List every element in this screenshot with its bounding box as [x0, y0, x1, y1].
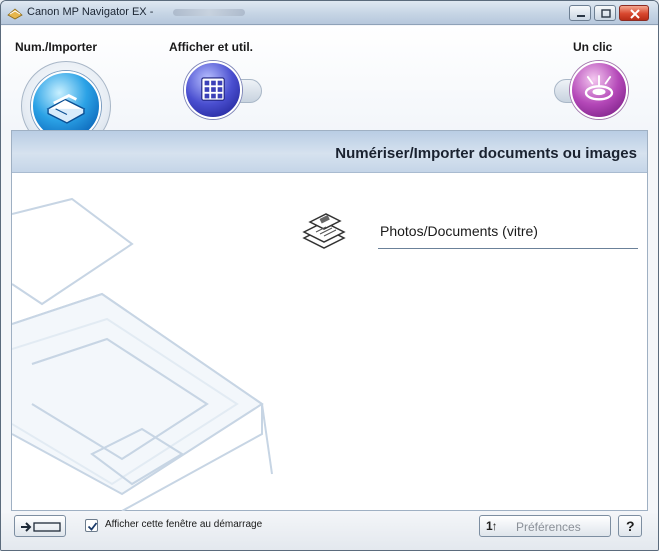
thumbnail-grid-icon — [201, 77, 225, 101]
app-window: Canon MP Navigator EX - Num./Importer Af… — [0, 0, 659, 551]
one-click-icon — [584, 75, 614, 101]
close-icon — [630, 9, 640, 19]
scanner-watermark-illustration — [12, 197, 273, 511]
switch-mode-button[interactable] — [14, 515, 66, 537]
minimize-icon — [577, 15, 585, 17]
close-button[interactable] — [619, 5, 649, 21]
show-on-start-checkbox[interactable] — [85, 519, 98, 532]
footer-bar: Afficher cette fenêtre au démarrage 1↑ P… — [1, 513, 658, 550]
arrow-right-icon — [21, 522, 61, 532]
nav-label-view: Afficher et util. — [169, 40, 254, 54]
panel-title: Numériser/Importer documents ou images — [335, 145, 637, 162]
action-underline — [378, 248, 638, 249]
mode-toolbar: Num./Importer Afficher et util. Un clic — [1, 26, 658, 169]
preferences-button[interactable]: 1↑ Préférences — [479, 515, 611, 537]
help-icon: ? — [626, 518, 635, 534]
nav-click-circle — [570, 61, 628, 119]
show-on-start-label: Afficher cette fenêtre au démarrage — [105, 519, 263, 530]
nav-button-view-use[interactable] — [184, 61, 264, 121]
nav-button-one-click[interactable] — [554, 61, 634, 121]
minimize-button[interactable] — [569, 5, 591, 21]
main-panel: Numériser/Importer documents ou images P… — [11, 130, 648, 511]
action-label: Photos/Documents (vitre) — [380, 223, 538, 239]
app-icon — [7, 8, 23, 20]
nav-view-circle — [184, 61, 242, 119]
title-device-name-blurred — [173, 9, 245, 16]
maximize-icon — [601, 9, 611, 18]
help-button[interactable]: ? — [618, 515, 642, 537]
panel-header: Numériser/Importer documents ou images — [12, 131, 647, 173]
preferences-icon: 1↑ — [486, 519, 498, 533]
title-bar: Canon MP Navigator EX - — [1, 1, 658, 25]
action-photos-documents-platen[interactable]: Photos/Documents (vitre) — [300, 206, 640, 256]
checkmark-icon — [87, 522, 98, 531]
maximize-button[interactable] — [594, 5, 616, 21]
window-title: Canon MP Navigator EX - — [27, 6, 154, 18]
photos-documents-icon — [302, 213, 346, 249]
preferences-label: Préférences — [516, 520, 581, 534]
nav-label-scan: Num./Importer — [15, 40, 98, 54]
nav-label-oneclick: Un clic — [573, 40, 613, 54]
